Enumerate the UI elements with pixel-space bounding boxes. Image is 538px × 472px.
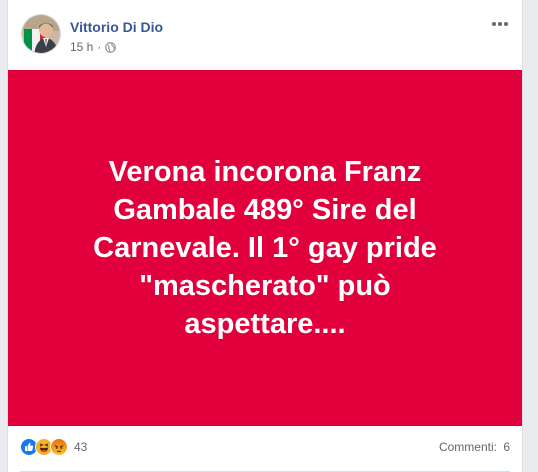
author-name[interactable]: Vittorio Di Dio xyxy=(70,19,163,35)
post-card: Vittorio Di Dio 15 h · Verona incorona F… xyxy=(7,0,523,472)
post-text-image[interactable]: Verona incorona Franz Gambale 489° Sire … xyxy=(8,70,522,426)
comments-number: 6 xyxy=(503,440,510,454)
reactions-summary[interactable]: 43 xyxy=(20,438,87,456)
post-timestamp[interactable]: 15 h xyxy=(70,40,93,54)
post-footer: 43 Commenti: 6 xyxy=(8,426,522,472)
post-meta: 15 h · xyxy=(70,40,117,54)
globe-icon[interactable] xyxy=(105,41,117,53)
comments-label: Commenti: xyxy=(438,440,497,454)
more-options-button[interactable] xyxy=(490,17,510,31)
post-header: Vittorio Di Dio 15 h · xyxy=(8,0,522,70)
meta-separator: · xyxy=(97,40,102,54)
reaction-count: 43 xyxy=(74,440,88,454)
post-body-text: Verona incorona Franz Gambale 489° Sire … xyxy=(93,156,437,340)
angry-icon xyxy=(50,438,68,456)
comments-count-link[interactable]: Commenti: 6 xyxy=(439,440,510,454)
author-avatar[interactable] xyxy=(21,14,61,54)
